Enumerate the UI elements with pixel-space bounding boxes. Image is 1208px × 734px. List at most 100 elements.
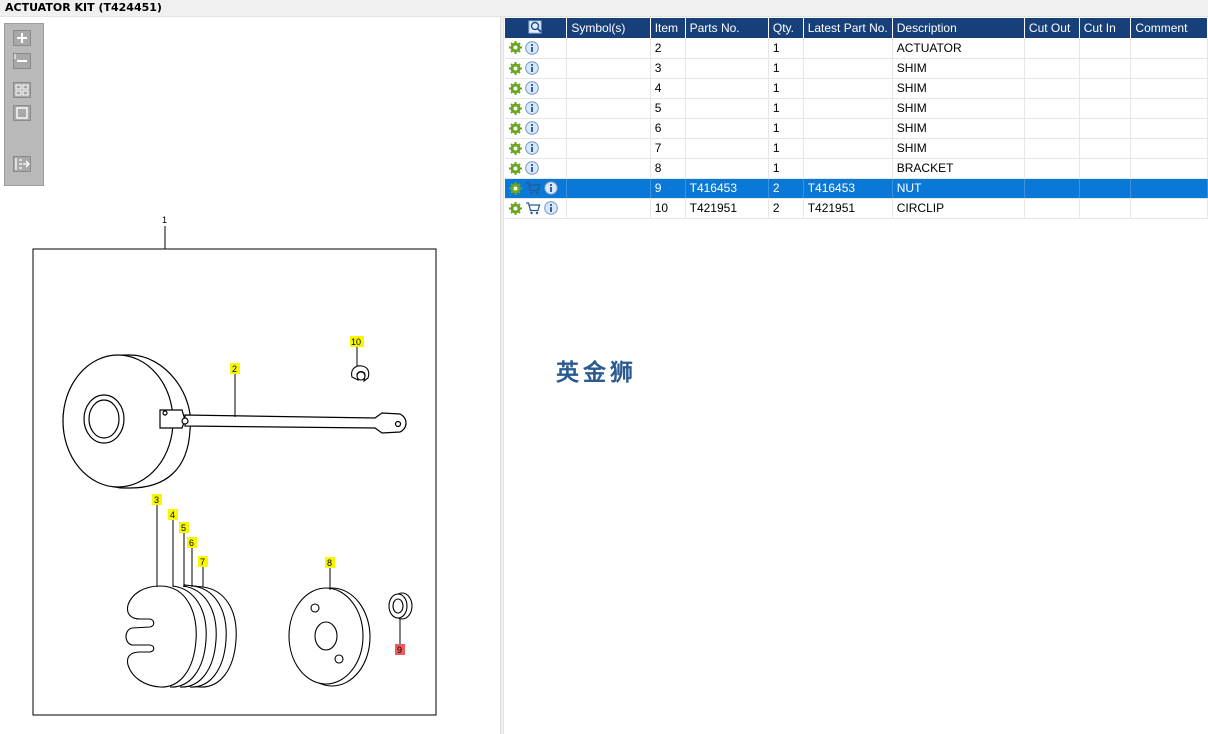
export-button[interactable] xyxy=(13,156,31,172)
column-qty[interactable]: Qty. xyxy=(768,18,804,38)
cell-comment xyxy=(1130,118,1208,139)
cell-comment xyxy=(1130,158,1208,179)
cell-actions[interactable] xyxy=(505,98,568,119)
cell-item: 8 xyxy=(650,158,686,179)
filter-search-icon xyxy=(528,20,542,33)
cell-latest-part-no xyxy=(803,98,893,119)
cell-description: NUT xyxy=(892,178,1025,199)
cell-description: BRACKET xyxy=(892,158,1025,179)
zoom-out-button[interactable] xyxy=(13,53,31,69)
table-row[interactable]: 5 1 SHIM xyxy=(505,98,1208,119)
cell-cut-in xyxy=(1079,158,1132,179)
column-filter[interactable] xyxy=(505,18,568,38)
cell-qty: 1 xyxy=(768,58,804,79)
cell-symbols xyxy=(566,138,651,159)
cell-parts-no xyxy=(685,138,769,159)
zoom-in-button[interactable] xyxy=(13,30,31,46)
column-comment[interactable]: Comment xyxy=(1130,18,1208,38)
gear-icon xyxy=(509,61,522,75)
cell-actions[interactable] xyxy=(505,178,568,199)
cell-latest-part-no xyxy=(803,38,893,59)
cell-actions[interactable] xyxy=(505,138,568,159)
cell-actions[interactable] xyxy=(505,198,568,219)
column-cut-out[interactable]: Cut Out xyxy=(1024,18,1080,38)
cell-description: CIRCLIP xyxy=(892,198,1025,219)
column-latest-part-no[interactable]: Latest Part No. xyxy=(803,18,893,38)
fit-all-icon xyxy=(13,82,31,98)
table-row[interactable]: 4 1 SHIM xyxy=(505,78,1208,99)
cell-item: 6 xyxy=(650,118,686,139)
cell-actions[interactable] xyxy=(505,38,568,59)
callout-10: 10 xyxy=(351,337,361,347)
cell-cut-in xyxy=(1079,98,1132,119)
column-cut-in[interactable]: Cut In xyxy=(1079,18,1132,38)
cell-cut-in xyxy=(1079,178,1132,199)
info-icon xyxy=(544,201,558,215)
cell-parts-no: T421951 xyxy=(685,198,769,219)
cell-cut-in xyxy=(1079,58,1132,79)
diagram-pane[interactable]: 1 2 10 3 4 5 6 7 8 9 xyxy=(0,17,500,734)
table-row[interactable]: 2 1 ACTUATOR xyxy=(505,38,1208,59)
table-row[interactable]: 3 1 SHIM xyxy=(505,58,1208,79)
part-nut xyxy=(388,592,413,620)
cell-symbols xyxy=(566,118,651,139)
cell-comment xyxy=(1130,198,1208,219)
info-icon xyxy=(525,141,539,155)
cell-item: 10 xyxy=(650,198,686,219)
cell-latest-part-no xyxy=(803,58,893,79)
column-description[interactable]: Description xyxy=(892,18,1025,38)
cell-cut-out xyxy=(1024,98,1080,119)
callout-2: 2 xyxy=(232,364,237,374)
cell-qty: 1 xyxy=(768,138,804,159)
zoom-toolbox xyxy=(4,23,44,186)
cell-parts-no xyxy=(685,118,769,139)
cell-description: SHIM xyxy=(892,78,1025,99)
gear-icon xyxy=(509,101,522,115)
callout-9: 9 xyxy=(397,645,402,655)
part-shims xyxy=(125,584,237,688)
cell-comment xyxy=(1130,58,1208,79)
table-row[interactable]: 7 1 SHIM xyxy=(505,138,1208,159)
callout-6: 6 xyxy=(189,538,194,548)
info-icon xyxy=(525,81,539,95)
info-icon xyxy=(525,121,539,135)
cell-actions[interactable] xyxy=(505,118,568,139)
cell-symbols xyxy=(566,98,651,119)
column-parts-no[interactable]: Parts No. xyxy=(685,18,769,38)
cell-actions[interactable] xyxy=(505,78,568,99)
cell-item: 9 xyxy=(650,178,686,199)
cell-cut-out xyxy=(1024,78,1080,99)
fit-all-button[interactable] xyxy=(13,82,31,98)
zoom-out-icon xyxy=(13,53,31,69)
cell-cut-in xyxy=(1079,38,1132,59)
info-icon xyxy=(525,101,539,115)
window-title: ACTUATOR KIT (T424451) xyxy=(0,0,1208,17)
cell-latest-part-no xyxy=(803,138,893,159)
cell-item: 2 xyxy=(650,38,686,59)
cell-parts-no xyxy=(685,58,769,79)
table-row[interactable]: 6 1 SHIM xyxy=(505,118,1208,139)
column-item[interactable]: Item xyxy=(650,18,686,38)
gear-icon xyxy=(509,181,522,195)
cart-icon xyxy=(526,182,541,195)
cell-description: SHIM xyxy=(892,138,1025,159)
cell-comment xyxy=(1130,98,1208,119)
table-row[interactable]: 10 T421951 2 T421951 CIRCLIP xyxy=(505,198,1208,219)
cell-symbols xyxy=(566,38,651,59)
table-row[interactable]: 9 T416453 2 T416453 NUT xyxy=(505,178,1208,199)
info-icon xyxy=(544,181,558,195)
cell-latest-part-no xyxy=(803,158,893,179)
table-row[interactable]: 8 1 BRACKET xyxy=(505,158,1208,179)
fit-page-button[interactable] xyxy=(13,105,31,121)
gear-icon xyxy=(509,201,522,215)
column-symbols[interactable]: Symbol(s) xyxy=(566,18,651,38)
cell-cut-out xyxy=(1024,118,1080,139)
part-bracket xyxy=(288,587,371,687)
gear-icon xyxy=(509,161,522,175)
cell-item: 3 xyxy=(650,58,686,79)
cell-cut-out xyxy=(1024,198,1080,219)
cell-latest-part-no: T421951 xyxy=(803,198,893,219)
cell-comment xyxy=(1130,78,1208,99)
cell-actions[interactable] xyxy=(505,58,568,79)
cell-actions[interactable] xyxy=(505,158,568,179)
